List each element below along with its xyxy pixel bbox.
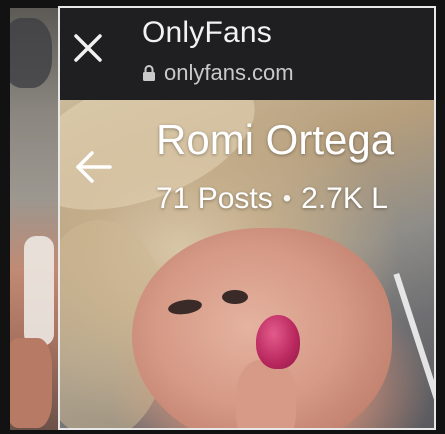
photo-shape [236, 360, 296, 428]
close-icon [74, 34, 102, 62]
close-button[interactable] [68, 28, 108, 68]
photo-shape [222, 290, 248, 304]
browser-toolbar: OnlyFans onlyfans.com [60, 8, 434, 100]
photo-shape [10, 338, 52, 428]
arrow-left-icon [76, 151, 112, 183]
background-photo-strip [10, 8, 58, 430]
url-text: onlyfans.com [164, 60, 294, 85]
posts-count: 71 Posts [156, 182, 273, 215]
profile-cover-photo: Romi Ortega 71 Posts • 2.7K L [60, 100, 434, 428]
photo-shape [10, 18, 52, 88]
photo-shape [393, 272, 434, 428]
url-bar[interactable]: onlyfans.com [142, 60, 294, 86]
stats-separator: • [282, 185, 292, 212]
profile-stats: 71 Posts • 2.7K L [156, 182, 388, 216]
screenshot-frame: OnlyFans onlyfans.com Romi Ortega 71 Pos… [0, 0, 445, 434]
back-button[interactable] [66, 140, 120, 194]
page-title: OnlyFans [142, 16, 272, 49]
photo-shape [24, 236, 54, 346]
profile-name: Romi Ortega [156, 116, 395, 163]
lock-icon [143, 65, 155, 81]
likes-count: 2.7K L [301, 182, 388, 215]
photo-shape [256, 315, 300, 369]
browser-window: OnlyFans onlyfans.com Romi Ortega 71 Pos… [58, 6, 436, 430]
